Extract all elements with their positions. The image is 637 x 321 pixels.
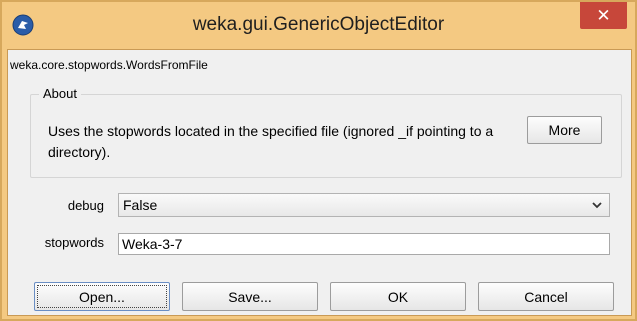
focus-ring: [37, 285, 167, 308]
close-button[interactable]: ✕: [580, 2, 627, 29]
more-button[interactable]: More: [527, 116, 602, 144]
debug-value: False: [123, 197, 158, 213]
class-name-label: weka.core.stopwords.WordsFromFile: [10, 58, 208, 72]
open-button[interactable]: Open...: [34, 282, 170, 311]
stopwords-input[interactable]: Weka-3-7: [118, 233, 610, 255]
window-title: weka.gui.GenericObjectEditor: [192, 14, 445, 35]
editor-panel: weka.core.stopwords.WordsFromFile About …: [7, 49, 632, 316]
editor-window: weka.gui.GenericObjectEditor ✕ weka.core…: [0, 0, 637, 321]
title-bar[interactable]: weka.gui.GenericObjectEditor ✕: [2, 2, 635, 49]
cancel-button[interactable]: Cancel: [478, 282, 614, 311]
about-text: Uses the stopwords located in the specif…: [48, 123, 494, 160]
save-button[interactable]: Save...: [182, 282, 318, 311]
debug-label: debug: [67, 198, 104, 213]
stopwords-label: stopwords: [44, 235, 104, 250]
about-legend: About: [39, 86, 81, 101]
ok-button[interactable]: OK: [330, 282, 466, 311]
debug-select[interactable]: False: [118, 193, 610, 217]
chevron-down-icon: [592, 202, 602, 209]
